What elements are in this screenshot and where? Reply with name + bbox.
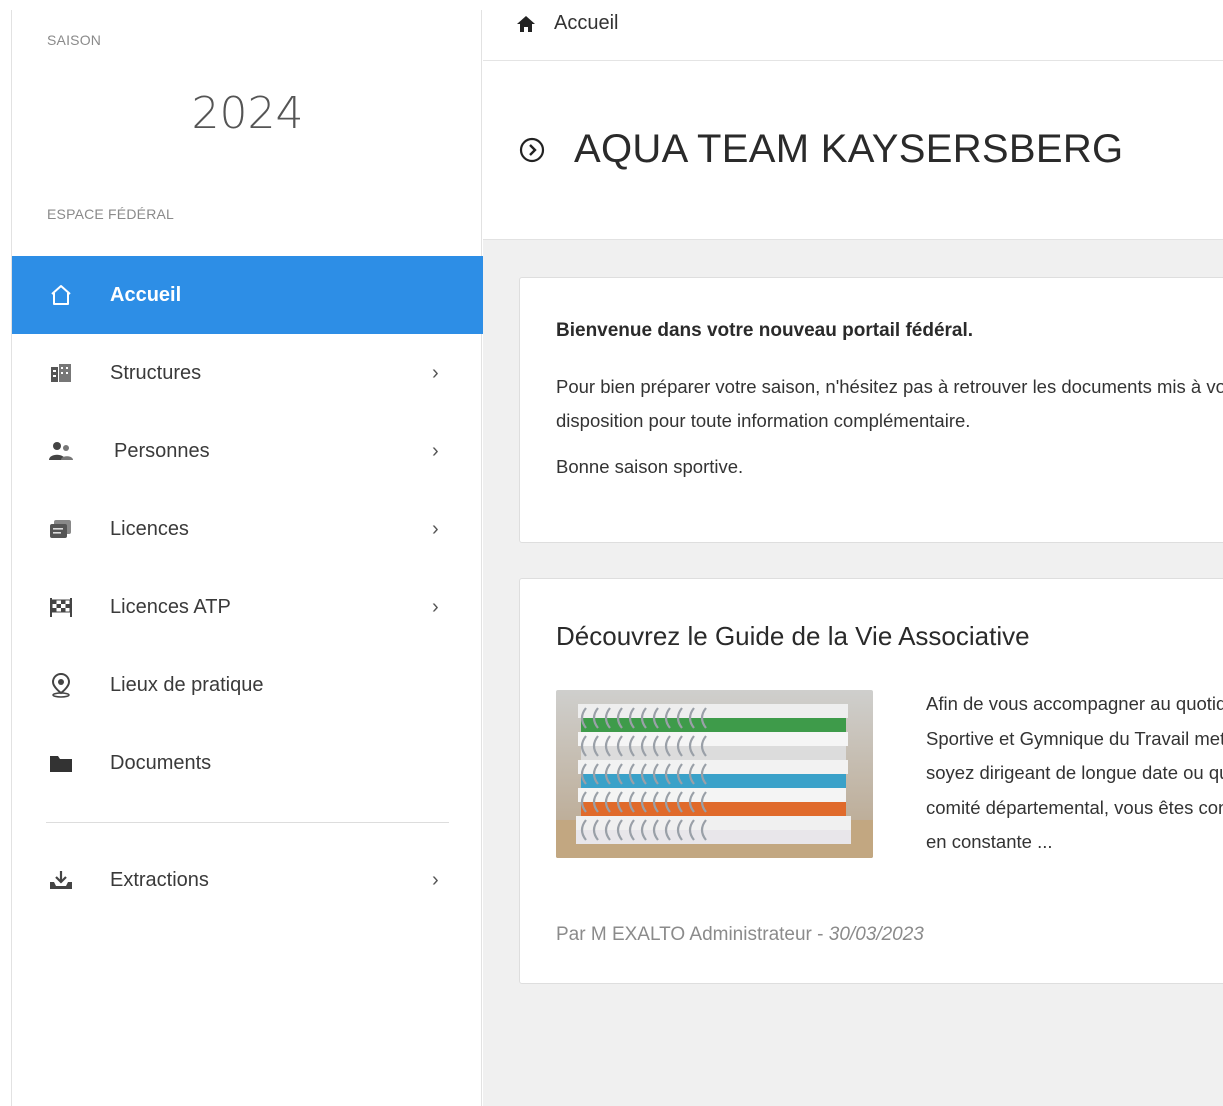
- sidebar-item-structures[interactable]: Structures ›: [12, 334, 483, 412]
- article-date: 30/03/2023: [828, 924, 924, 945]
- article-thumbnail-image[interactable]: [556, 690, 873, 858]
- breadcrumb[interactable]: Accueil: [516, 12, 618, 35]
- article-author: Par M EXALTO Administrateur -: [556, 924, 829, 945]
- article-meta: Par M EXALTO Administrateur - 30/03/2023: [556, 924, 924, 946]
- breadcrumb-bar: Accueil: [483, 0, 1223, 61]
- sidebar-item-licences[interactable]: Licences ›: [12, 490, 483, 568]
- chevron-right-icon: ›: [432, 517, 439, 540]
- sidebar-item-label: Licences: [110, 517, 189, 540]
- sidebar-item-label: Accueil: [110, 283, 182, 306]
- home-icon: [47, 281, 75, 309]
- sidebar-item-label: Lieux de pratique: [110, 673, 264, 696]
- welcome-text: Pour bien préparer votre saison, n'hésit…: [556, 370, 1223, 438]
- article-excerpt-line: Sportive et Gymnique du Travail met à vo…: [926, 727, 1223, 749]
- sidebar-item-label: Licences ATP: [110, 595, 231, 618]
- chevron-right-icon: ›: [432, 361, 439, 384]
- cards-icon: [47, 515, 75, 543]
- season-label: SAISON: [47, 32, 102, 48]
- folder-icon: [47, 749, 75, 777]
- breadcrumb-label: Accueil: [554, 12, 619, 34]
- article-excerpt-line: Afin de vous accompagner au quotidien, l…: [926, 693, 1223, 714]
- section-label-espace-federal: ESPACE FÉDÉRAL: [47, 206, 175, 222]
- building-icon: [47, 359, 75, 387]
- welcome-line-1: Pour bien préparer votre saison, n'hésit…: [556, 376, 1223, 397]
- sidebar-item-extractions[interactable]: Extractions ›: [12, 841, 483, 919]
- article-excerpt: Afin de vous accompagner au quotidien, l…: [926, 687, 1223, 860]
- checkered-flag-icon: [47, 593, 75, 621]
- sidebar-item-personnes[interactable]: Personnes ›: [12, 412, 483, 490]
- season-year[interactable]: 2024: [12, 88, 483, 139]
- sidebar-divider: [46, 822, 449, 823]
- sidebar-item-documents[interactable]: Documents: [12, 724, 483, 802]
- article-excerpt-line: en constante ...: [926, 831, 1053, 852]
- sidebar-item-label: Personnes: [114, 439, 210, 462]
- sidebar-item-lieux-de-pratique[interactable]: Lieux de pratique: [12, 646, 483, 724]
- page-title: AQUA TEAM KAYSERSBERG: [574, 127, 1124, 171]
- welcome-title: Bienvenue dans votre nouveau portail féd…: [556, 320, 974, 341]
- article-excerpt-line: soyez dirigeant de longue date ou que vo…: [926, 762, 1223, 783]
- people-icon: [47, 437, 75, 465]
- sidebar-nav: Accueil Structures › Personnes › Licence…: [12, 256, 483, 802]
- download-tray-icon: [47, 866, 75, 894]
- sidebar-item-label: Structures: [110, 361, 202, 384]
- sidebar: SAISON 2024 ESPACE FÉDÉRAL Accueil Struc…: [11, 10, 483, 1106]
- welcome-line-3: Bonne saison sportive.: [556, 456, 744, 477]
- welcome-card: Bienvenue dans votre nouveau portail féd…: [519, 277, 1223, 543]
- main-content: Accueil AQUA TEAM KAYSERSBERG Bienvenue …: [483, 0, 1223, 1106]
- chevron-right-icon: ›: [432, 439, 439, 462]
- sidebar-item-label: Extractions: [110, 868, 209, 891]
- article-title[interactable]: Découvrez le Guide de la Vie Associative: [556, 621, 1030, 652]
- home-icon: [516, 15, 536, 33]
- chevron-right-icon: ›: [432, 595, 439, 618]
- article-card[interactable]: Découvrez le Guide de la Vie Associative: [519, 578, 1223, 984]
- sidebar-item-accueil[interactable]: Accueil: [12, 256, 483, 334]
- location-pin-icon: [47, 671, 75, 699]
- circle-chevron-right-icon: [519, 137, 545, 163]
- sidebar-nav-extra: Extractions ›: [12, 841, 483, 919]
- chevron-right-icon: ›: [432, 868, 439, 891]
- page-header: AQUA TEAM KAYSERSBERG: [483, 61, 1223, 240]
- sidebar-item-label: Documents: [110, 751, 212, 774]
- article-excerpt-line: comité départemental, vous êtes confront…: [926, 796, 1223, 818]
- welcome-line-2: disposition pour toute information compl…: [556, 410, 971, 431]
- sidebar-item-licences-atp[interactable]: Licences ATP ›: [12, 568, 483, 646]
